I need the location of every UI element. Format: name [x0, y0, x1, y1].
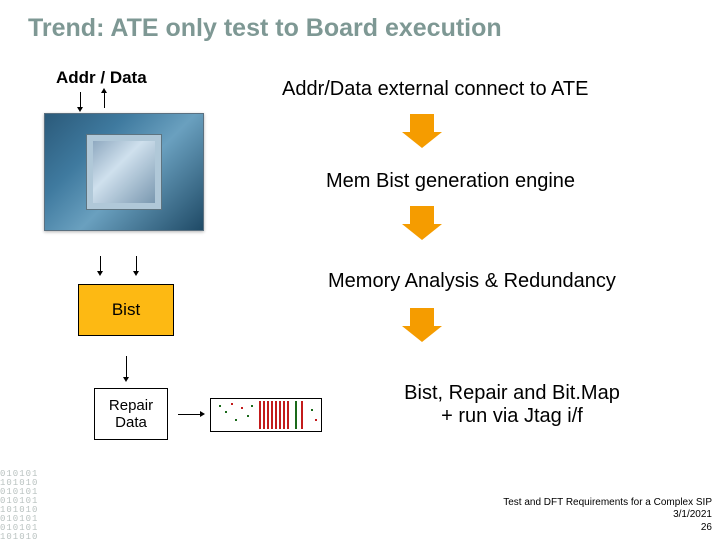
bist-box: Bist	[78, 284, 174, 336]
arrow-down-orange-icon	[410, 114, 434, 132]
arrow-down-icon	[136, 256, 137, 272]
chip-photo	[44, 113, 204, 231]
arrow-right-icon	[178, 414, 200, 415]
repair-data-box: Repair Data	[94, 388, 168, 440]
arrow-up-icon	[104, 92, 105, 108]
repair-label: Repair Data	[109, 397, 153, 432]
slide-footer: Test and DFT Requirements for a Complex …	[503, 497, 712, 535]
arrow-down-icon	[126, 356, 127, 378]
flow-step-2: Mem Bist generation engine	[326, 170, 575, 193]
slide-title: Trend: ATE only test to Board execution	[0, 0, 720, 43]
flow-step-1: Addr/Data external connect to ATE	[282, 78, 588, 101]
chip-die-icon	[87, 135, 161, 209]
footer-title: Test and DFT Requirements for a Complex …	[503, 497, 712, 510]
footer-page-number: 26	[503, 522, 712, 535]
arrow-down-icon	[80, 92, 81, 108]
footer-date: 3/1/2021	[503, 509, 712, 522]
flow-step-4: Bist, Repair and Bit.Map + run via Jtag …	[382, 382, 642, 428]
addr-data-label: Addr / Data	[56, 68, 147, 88]
arrow-down-orange-icon	[410, 308, 434, 326]
arrow-down-orange-icon	[410, 206, 434, 224]
flow-step-4-line2: + run via Jtag i/f	[382, 405, 642, 428]
arrow-down-icon	[100, 256, 101, 272]
binary-background-decoration: 010101 101010 010101 010101 101010 01010…	[0, 470, 62, 540]
flow-step-3: Memory Analysis & Redundancy	[328, 270, 616, 293]
bist-label: Bist	[112, 300, 140, 320]
flow-step-4-line1: Bist, Repair and Bit.Map	[382, 382, 642, 405]
bitmap-graphic	[210, 398, 322, 432]
